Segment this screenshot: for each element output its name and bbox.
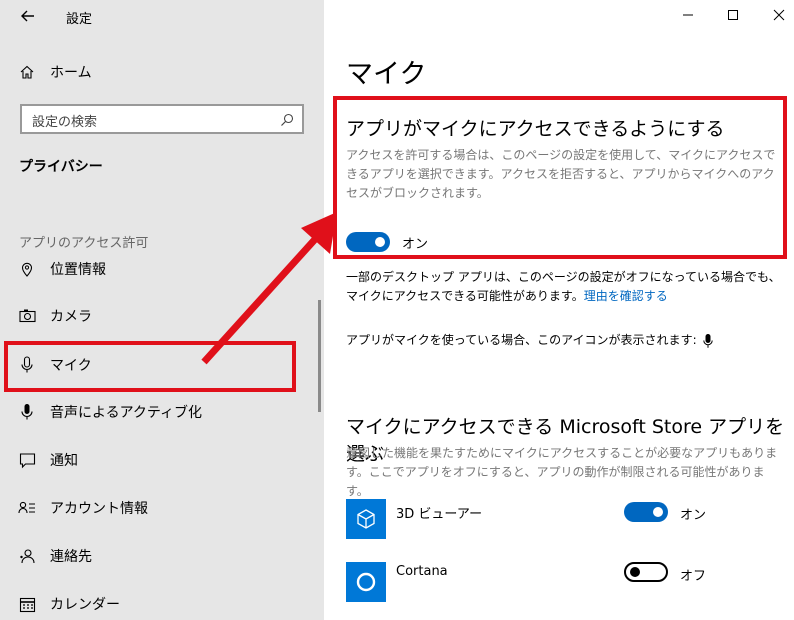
back-button[interactable] <box>16 4 40 28</box>
window-title: 設定 <box>66 12 93 27</box>
sidebar-item-home[interactable]: ホーム <box>0 52 320 92</box>
toggle-knob <box>653 507 663 517</box>
camera-icon <box>18 307 36 325</box>
close-icon <box>773 9 785 21</box>
cortana-icon <box>346 562 386 602</box>
maximize-icon <box>728 10 738 20</box>
search-input[interactable]: 設定の検索 <box>20 104 304 134</box>
notification-icon <box>18 451 36 469</box>
learn-why-link[interactable]: 理由を確認する <box>584 289 668 303</box>
calendar-icon <box>18 595 36 613</box>
page-title: マイク <box>346 59 427 90</box>
account-info-icon <box>18 499 36 517</box>
sidebar-scrollbar[interactable] <box>318 300 321 412</box>
location-icon <box>18 260 36 278</box>
search-icon <box>280 112 294 126</box>
section-title: プライバシー <box>19 159 103 175</box>
minimize-icon <box>683 14 693 16</box>
sidebar-item-label: カレンダー <box>50 597 120 613</box>
sidebar-item-calendar[interactable]: カレンダー <box>0 584 320 620</box>
toggle-knob <box>630 567 640 577</box>
sidebar-item-notifications[interactable]: 通知 <box>0 440 320 480</box>
sidebar-item-location[interactable]: 位置情報 <box>0 249 320 289</box>
sidebar-item-voice-activation[interactable]: 音声によるアクティブ化 <box>0 392 320 432</box>
home-icon <box>18 63 36 81</box>
main-content: マイク アプリがマイクにアクセスできるようにする アクセスを許可する場合は、この… <box>324 0 794 620</box>
sidebar-item-label: ホーム <box>50 65 92 81</box>
sidebar-item-contacts[interactable]: 連絡先 <box>0 536 320 576</box>
sidebar-item-label: 通知 <box>50 453 78 469</box>
back-arrow-icon <box>21 10 34 22</box>
app-name: 3D ビューアー <box>396 507 483 522</box>
sidebar-item-label: カメラ <box>50 309 92 325</box>
sidebar-item-label: 連絡先 <box>50 549 92 565</box>
search-placeholder: 設定の検索 <box>32 115 98 130</box>
minimize-button[interactable] <box>674 2 702 28</box>
microphone-icon <box>702 333 713 348</box>
store-description: 意図した機能を果たすためにマイクにアクセスすることが必要なアプリもあります。ここ… <box>346 446 778 498</box>
desktop-note: 一部のデスクトップ アプリは、このページの設定がオフになっている場合でも、マイク… <box>346 268 786 306</box>
contacts-icon <box>18 547 36 565</box>
3d-viewer-toggle-label: オン <box>680 508 707 523</box>
highlight-access-section <box>333 96 787 259</box>
highlight-microphone-item <box>4 341 296 392</box>
3d-viewer-toggle[interactable] <box>624 502 668 522</box>
voice-activation-icon <box>18 403 36 421</box>
icon-note: アプリがマイクを使っている場合、このアイコンが表示されます: <box>346 331 786 350</box>
desktop-note-text: 一部のデスクトップ アプリは、このページの設定がオフになっている場合でも、マイク… <box>346 270 781 303</box>
icon-note-text: アプリがマイクを使っている場合、このアイコンが表示されます: <box>346 333 697 347</box>
sidebar-item-label: アカウント情報 <box>50 501 148 517</box>
app-name: Cortana <box>396 564 448 579</box>
cortana-toggle[interactable] <box>624 562 668 582</box>
sidebar-item-label: 音声によるアクティブ化 <box>50 405 203 421</box>
cortana-toggle-label: オフ <box>680 569 707 584</box>
maximize-button[interactable] <box>719 2 747 28</box>
sidebar-item-account-info[interactable]: アカウント情報 <box>0 488 320 528</box>
close-button[interactable] <box>765 2 793 28</box>
sidebar-item-label: 位置情報 <box>50 262 106 278</box>
sidebar: 設定 ホーム 設定の検索 プライバシー アプリのアクセス許可 位置情報 カメラ … <box>0 0 324 620</box>
3d-viewer-icon <box>346 499 386 539</box>
sidebar-item-camera[interactable]: カメラ <box>0 296 320 336</box>
